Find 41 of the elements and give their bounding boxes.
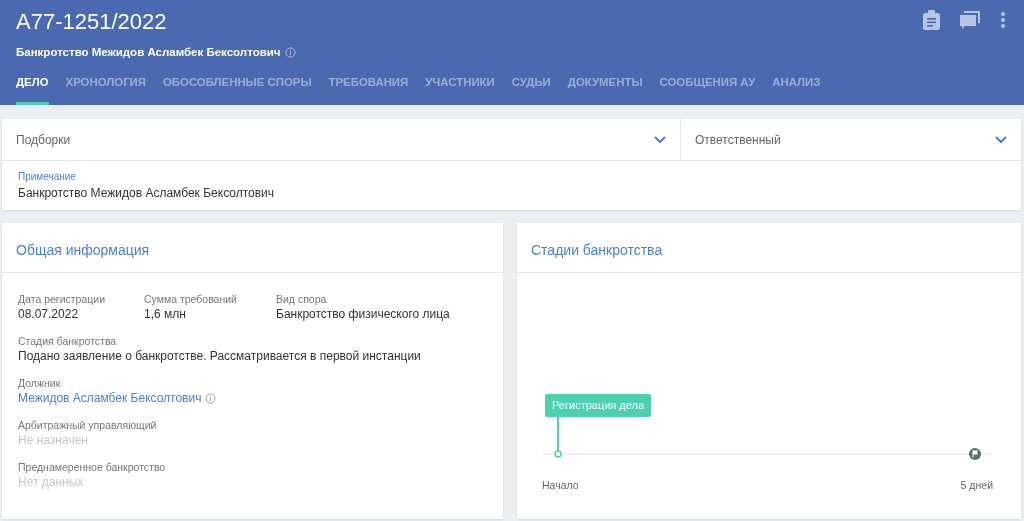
nav-tab[interactable]: ДОКУМЕНТЫ: [567, 73, 643, 105]
nav-tab[interactable]: СУДЬИ: [511, 73, 551, 105]
case-subtitle: Банкротство Межидов Асламбек Бексолтович: [16, 45, 281, 60]
dropdown-field[interactable]: Ответственный: [680, 119, 1021, 161]
card-title: Стадии банкротства: [531, 242, 663, 258]
case-number: А77-1251/2022: [16, 8, 167, 36]
more-menu-icon[interactable]: [1000, 10, 1006, 30]
chevron-down-icon: [654, 135, 666, 144]
card-title: Общая информация: [16, 242, 150, 258]
event-label: Регистрация дела: [545, 394, 652, 417]
note-value: Банкротство Межидов Асламбек Бексолтович: [18, 185, 276, 202]
nav-tab[interactable]: УЧАСТНИКИ: [425, 73, 495, 105]
field-value: Не назначен: [18, 432, 89, 448]
clipboard-icon[interactable]: [923, 10, 940, 30]
debtor-link[interactable]: Межидов Асламбек Бексолтович: [18, 390, 202, 406]
nav-tab[interactable]: СООБЩЕНИЯ АУ: [659, 73, 756, 105]
nav-tab[interactable]: ОБОСОБЛЕННЫЕ СПОРЫ: [162, 73, 312, 105]
field-label: Дата регистрации: [18, 292, 107, 306]
timeline-start-label: Начало: [542, 478, 579, 493]
timeline-end-label: 5 дней: [960, 478, 993, 493]
field-label: Преднамеренное банкротство: [18, 460, 166, 474]
field-label: Арбитражный управляющий: [18, 418, 157, 432]
note-label: Примечание: [18, 170, 77, 184]
field-label: Сумма требований: [144, 292, 238, 306]
info-icon[interactable]: [205, 392, 217, 404]
field-value: 1,6 млн: [144, 306, 187, 322]
nav-tab[interactable]: АНАЛИЗ: [772, 73, 821, 105]
field-label: Должник: [18, 376, 62, 390]
field-value: 08.07.2022: [18, 306, 80, 322]
field-value: Банкротство физического лица: [276, 306, 451, 322]
nav-tab[interactable]: ХРОНОЛОГИЯ: [65, 73, 146, 105]
nav-tab[interactable]: ТРЕБОВАНИЯ: [328, 73, 409, 105]
nav-tab[interactable]: ДЕЛО: [16, 73, 49, 105]
chevron-down-icon: [995, 135, 1007, 144]
field-value: Подано заявление о банкротстве. Рассматривается в первой инстанции: [18, 348, 421, 364]
dropdown-field[interactable]: Подборки: [2, 119, 680, 161]
note-field[interactable]: Примечание Банкротство Межидов Асламбек Бексолтович: [2, 161, 1021, 210]
field-label: Стадия банкротства: [18, 334, 118, 348]
chat-icon[interactable]: [960, 10, 980, 30]
field-value: Нет данных: [18, 474, 85, 490]
field-label: Вид спора: [276, 292, 328, 306]
